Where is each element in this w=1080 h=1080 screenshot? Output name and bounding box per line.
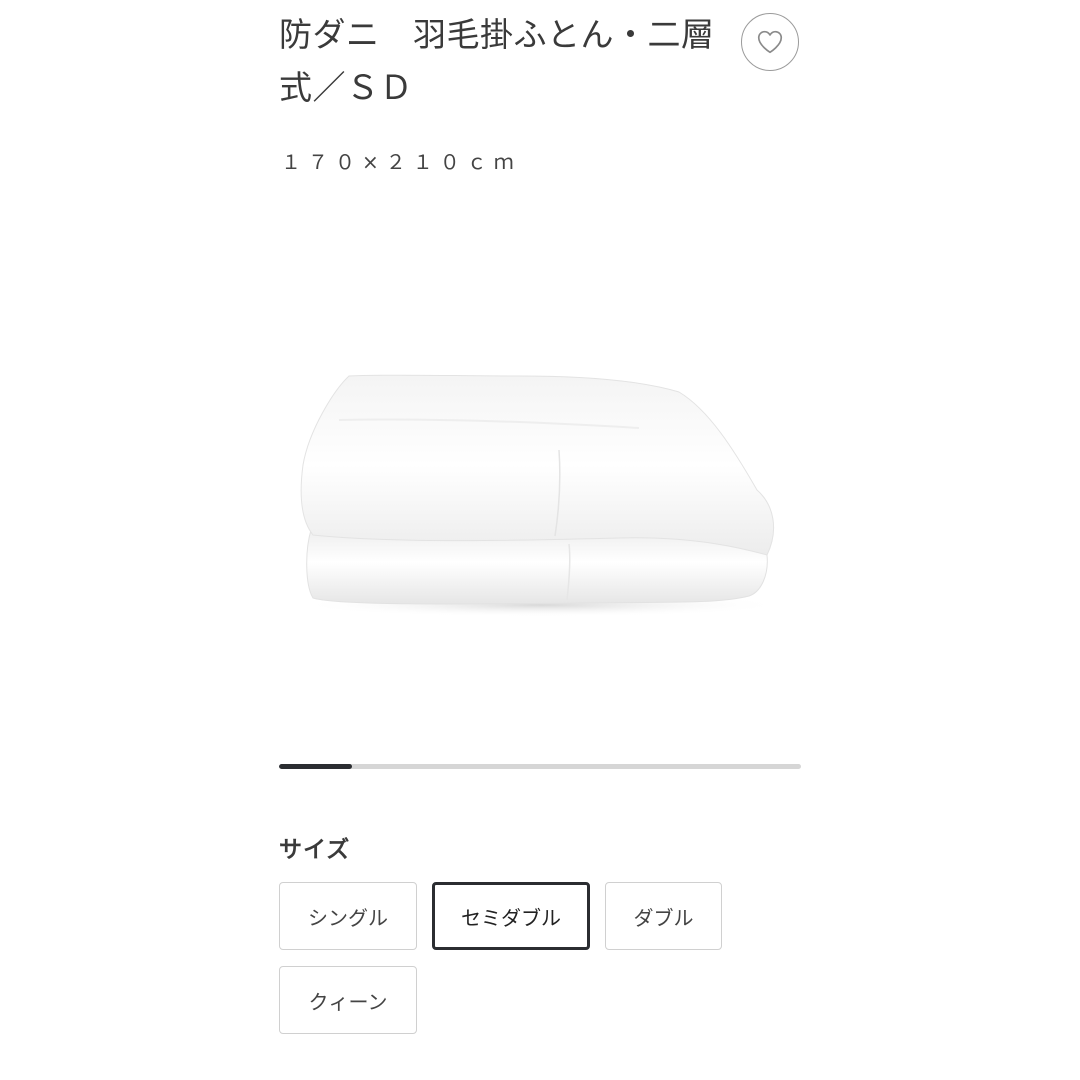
product-image[interactable]	[279, 300, 801, 680]
size-option-single[interactable]: シングル	[279, 882, 417, 950]
size-option-semi-double[interactable]: セミダブル	[432, 882, 590, 950]
size-option-label: クィーン	[308, 989, 388, 1014]
size-option-queen[interactable]: クィーン	[279, 966, 417, 1034]
product-title: 防ダニ 羽毛掛ふとん・二層式／ＳＤ	[279, 15, 715, 107]
carousel-progress-indicator	[279, 764, 353, 769]
size-option-double[interactable]: ダブル	[605, 882, 722, 950]
size-option-label: セミダブル	[461, 905, 561, 930]
size-option-label: シングル	[308, 905, 388, 930]
image-carousel-progress[interactable]	[279, 764, 801, 769]
product-detail-page: 防ダニ 羽毛掛ふとん・二層式／ＳＤ １７０×２１０ｃｍ サイズ シングル セミダ…	[0, 0, 1080, 1080]
product-dimensions: １７０×２１０ｃｍ	[281, 150, 521, 174]
size-section-heading: サイズ	[279, 837, 351, 863]
size-option-label: ダブル	[633, 905, 694, 930]
favorite-button[interactable]	[741, 13, 799, 71]
heart-outline-icon	[757, 30, 783, 54]
folded-duvet-illustration	[296, 374, 786, 617]
